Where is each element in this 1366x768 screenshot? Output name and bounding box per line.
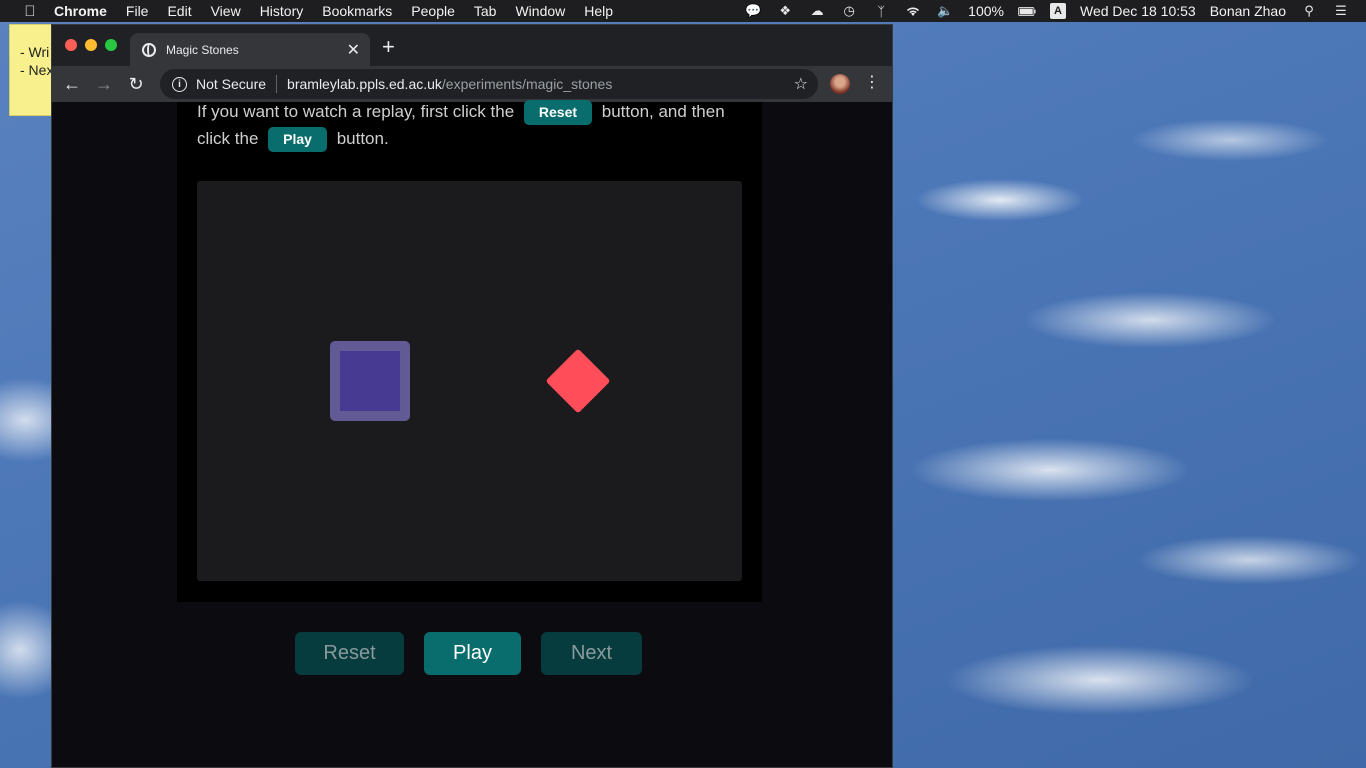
menu-bar:  Chrome File Edit View History Bookmark… bbox=[0, 0, 1366, 22]
bluetooth-icon[interactable]: ᛉ bbox=[872, 3, 890, 19]
menu-app-chrome[interactable]: Chrome bbox=[54, 3, 107, 19]
play-button[interactable]: Play bbox=[424, 632, 521, 675]
address-bar[interactable]: i Not Secure bramleylab.ppls.ed.ac.uk/ex… bbox=[160, 69, 818, 99]
apple-menu-icon[interactable]:  bbox=[20, 3, 40, 20]
menu-tab[interactable]: Tab bbox=[474, 3, 497, 19]
forward-button[interactable]: → bbox=[88, 74, 120, 95]
separator bbox=[276, 75, 278, 93]
experiment-panel: If you want to watch a replay, first cli… bbox=[177, 100, 762, 602]
browser-toolbar: ← → ↻ i Not Secure bramleylab.ppls.ed.ac… bbox=[52, 66, 892, 102]
close-window-button[interactable] bbox=[65, 39, 77, 51]
next-button[interactable]: Next bbox=[541, 632, 642, 675]
url-host: bramleylab.ppls.ed.ac.uk bbox=[287, 76, 442, 92]
cloud-sync-icon[interactable]: ☁ bbox=[808, 3, 826, 19]
dropbox-icon[interactable]: ❖ bbox=[776, 3, 794, 19]
page-content: If you want to watch a replay, first cli… bbox=[52, 100, 892, 767]
wifi-icon[interactable] bbox=[904, 3, 922, 19]
browser-window: Magic Stones ✕ + ← → ↻ i Not Secure bram… bbox=[51, 24, 893, 768]
menu-bookmarks[interactable]: Bookmarks bbox=[322, 3, 392, 19]
stone-stage bbox=[197, 181, 742, 581]
notification-center-icon[interactable]: ☰ bbox=[1332, 3, 1350, 19]
menu-window[interactable]: Window bbox=[515, 3, 565, 19]
close-tab-icon[interactable]: ✕ bbox=[347, 40, 360, 60]
instruction-text: If you want to watch a replay, first cli… bbox=[197, 102, 515, 121]
spotlight-search-icon[interactable]: ⚲ bbox=[1300, 3, 1318, 19]
instructions: If you want to watch a replay, first cli… bbox=[197, 98, 737, 153]
menu-people[interactable]: People bbox=[411, 3, 455, 19]
control-buttons: Reset Play Next bbox=[295, 632, 642, 675]
globe-icon bbox=[142, 42, 156, 57]
time-machine-icon[interactable]: ◷ bbox=[840, 3, 858, 19]
menu-edit[interactable]: Edit bbox=[167, 3, 191, 19]
menu-file[interactable]: File bbox=[126, 3, 149, 19]
inline-play-label: Play bbox=[268, 127, 327, 153]
user-name[interactable]: Bonan Zhao bbox=[1210, 3, 1286, 19]
info-icon[interactable]: i bbox=[172, 76, 187, 92]
tab-strip: Magic Stones ✕ + bbox=[52, 25, 892, 66]
tab-title: Magic Stones bbox=[166, 42, 239, 57]
agent-stone bbox=[330, 341, 410, 421]
maximize-window-button[interactable] bbox=[105, 39, 117, 51]
bookmark-star-icon[interactable]: ☆ bbox=[794, 74, 808, 94]
back-button[interactable]: ← bbox=[56, 74, 88, 95]
battery-percent: 100% bbox=[968, 3, 1004, 19]
wechat-icon[interactable]: 💬 bbox=[744, 3, 762, 19]
volume-icon[interactable]: 🔈 bbox=[936, 3, 954, 19]
instruction-text: button. bbox=[336, 129, 389, 149]
tab-magic-stones[interactable]: Magic Stones ✕ bbox=[130, 33, 370, 66]
inline-reset-label: Reset bbox=[523, 100, 593, 126]
menu-history[interactable]: History bbox=[260, 3, 304, 19]
reset-button[interactable]: Reset bbox=[295, 632, 404, 675]
recipient-stone bbox=[545, 348, 611, 414]
input-source-badge[interactable]: A bbox=[1049, 3, 1066, 19]
clock[interactable]: Wed Dec 18 10:53 bbox=[1080, 3, 1196, 19]
sticky-note-line: - Wri bbox=[20, 44, 50, 60]
sticky-note[interactable]: - Wri - Nex bbox=[9, 24, 55, 116]
status-area: 💬 ❖ ☁ ◷ ᛉ 🔈 100% A Wed Dec 18 10:53 Bona… bbox=[744, 0, 1350, 22]
reload-button[interactable]: ↻ bbox=[120, 74, 152, 95]
more-menu-icon[interactable]: ⋮ bbox=[864, 72, 880, 92]
minimize-window-button[interactable] bbox=[85, 39, 97, 51]
sticky-note-line: - Nex bbox=[20, 62, 54, 78]
profile-avatar[interactable] bbox=[830, 74, 850, 94]
security-label[interactable]: Not Secure bbox=[196, 76, 266, 92]
menu-view[interactable]: View bbox=[211, 3, 241, 19]
new-tab-button[interactable]: + bbox=[382, 36, 395, 58]
battery-icon[interactable] bbox=[1017, 3, 1036, 19]
url-path: /experiments/magic_stones bbox=[441, 76, 613, 92]
menu-help[interactable]: Help bbox=[584, 3, 613, 19]
